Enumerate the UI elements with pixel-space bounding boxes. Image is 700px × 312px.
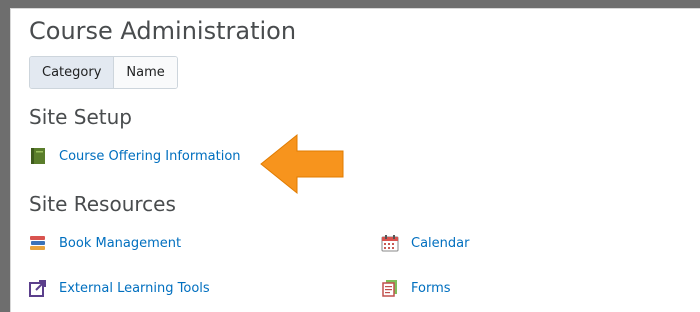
course-offering-information-link[interactable]: Course Offering Information <box>29 147 241 165</box>
forms-label: Forms <box>411 280 451 296</box>
annotation-arrow-icon <box>260 133 344 195</box>
category-view-button[interactable]: Category <box>30 57 115 88</box>
forms-icon <box>382 280 397 297</box>
book-management-label: Book Management <box>59 235 182 251</box>
page-title: Course Administration <box>29 17 297 45</box>
book-stack-icon <box>30 236 45 250</box>
course-offering-information-label: Course Offering Information <box>59 148 241 164</box>
calendar-icon <box>381 235 399 252</box>
name-view-button[interactable]: Name <box>114 57 177 88</box>
view-toggle: Category Name <box>29 56 178 89</box>
green-book-icon <box>31 148 45 164</box>
site-setup-heading: Site Setup <box>29 105 132 129</box>
external-learning-tools-label: External Learning Tools <box>59 280 210 296</box>
external-learning-tools-link[interactable]: External Learning Tools <box>29 279 210 297</box>
calendar-link[interactable]: Calendar <box>381 234 469 252</box>
site-resources-heading: Site Resources <box>29 192 176 216</box>
calendar-label: Calendar <box>411 235 470 251</box>
forms-link[interactable]: Forms <box>381 279 451 297</box>
external-tool-icon <box>29 280 46 297</box>
book-management-link[interactable]: Book Management <box>29 234 181 252</box>
course-admin-panel: Course Administration Category Name Site… <box>10 8 700 312</box>
